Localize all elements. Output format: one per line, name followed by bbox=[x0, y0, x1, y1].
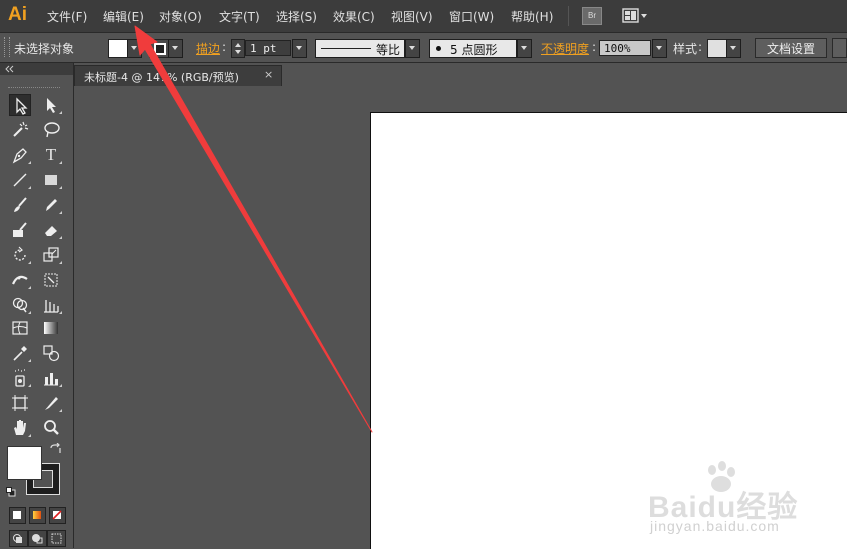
watermark-url: jingyan.baidu.com bbox=[650, 518, 780, 534]
